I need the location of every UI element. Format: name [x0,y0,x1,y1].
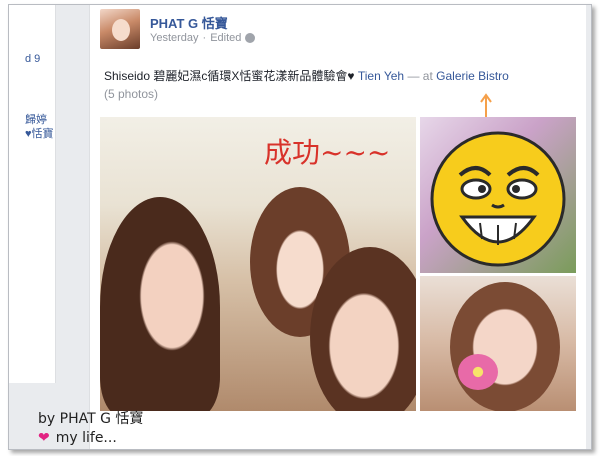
watermark: by PHAT G 恬寶 ❤ my life... [38,408,143,446]
heart-icon: ❤ [38,430,50,446]
watermark-line-2: ❤ my life... [38,430,143,446]
photo-bottom-right[interactable] [420,276,576,411]
post-timestamp[interactable]: Yesterday [150,32,199,44]
photo-count: (5 photos) [104,87,159,101]
status-text: Shiseido 碧麗妃濕c循環X恬蜜花漾新品體驗會♥ [104,69,355,83]
globe-icon[interactable] [245,33,256,43]
left-snippet-2b[interactable]: ♥恬寶 [25,127,54,141]
tagged-person-link[interactable]: Tien Yeh [358,69,404,83]
smiley-sticker [430,131,566,267]
post-status: Shiseido 碧麗妃濕c循環X恬蜜花漾新品體驗會♥ Tien Yeh — a… [104,67,509,84]
edited-label[interactable]: Edited [210,32,241,44]
at-text: — at [407,69,433,83]
facebook-post: PHAT G 恬寶 Yesterday · Edited Shiseido 碧麗… [89,5,586,449]
screenshot-frame: d 9 歸婷 ♥恬寶 PHAT G 恬寶 Yesterday · Edited … [8,4,592,450]
left-snippet-2[interactable]: 歸婷 ♥恬寶 [25,113,54,141]
left-snippet-2a[interactable]: 歸婷 [25,113,54,127]
author-name[interactable]: PHAT G 恬寶 [150,13,228,32]
watermark-line-1: by PHAT G 恬寶 [38,411,144,427]
author-avatar[interactable] [100,9,140,49]
post-meta: Yesterday · Edited [150,32,256,44]
location-link[interactable]: Galerie Bistro [436,69,509,83]
left-snippet-1[interactable]: d 9 [25,53,40,65]
watermark-line-2-text: my life... [55,430,117,446]
left-sidebar-fragment: d 9 歸婷 ♥恬寶 [9,5,56,383]
photo-overlay-text: 成功~~~ [264,136,391,169]
meta-separator: · [202,32,207,44]
photo-main[interactable]: 成功~~~ [100,117,416,411]
photo-top-right[interactable] [420,117,576,273]
